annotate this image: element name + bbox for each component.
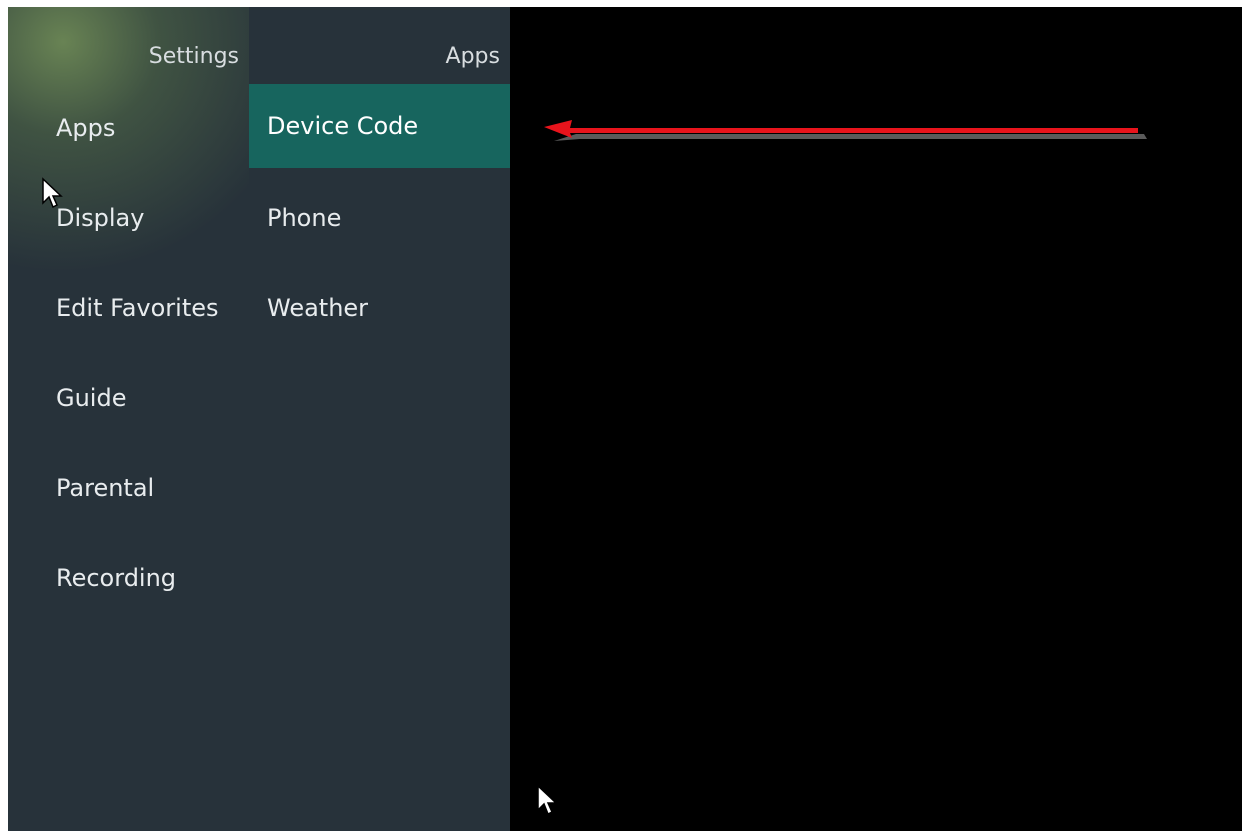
apps-submenu: Apps Device Code Phone Weather	[249, 7, 510, 831]
tv-screen: Settings Apps Display Edit Favorites Gui…	[8, 7, 1242, 831]
settings-item-recording[interactable]: Recording	[8, 536, 249, 620]
mouse-pointer-icon	[42, 177, 63, 209]
apps-item-device-code[interactable]: Device Code	[249, 84, 510, 168]
apps-title: Apps	[445, 44, 500, 69]
settings-title: Settings	[148, 44, 239, 69]
settings-item-guide[interactable]: Guide	[8, 356, 249, 440]
settings-item-parental[interactable]: Parental	[8, 446, 249, 530]
settings-item-apps[interactable]: Apps	[8, 86, 249, 170]
red-arrow-icon	[544, 120, 1147, 141]
settings-menu: Settings Apps Display Edit Favorites Gui…	[8, 7, 249, 831]
apps-item-weather[interactable]: Weather	[249, 266, 510, 350]
settings-item-edit-favorites[interactable]: Edit Favorites	[8, 266, 249, 350]
mouse-pointer-icon	[537, 784, 558, 816]
apps-item-phone[interactable]: Phone	[249, 176, 510, 260]
